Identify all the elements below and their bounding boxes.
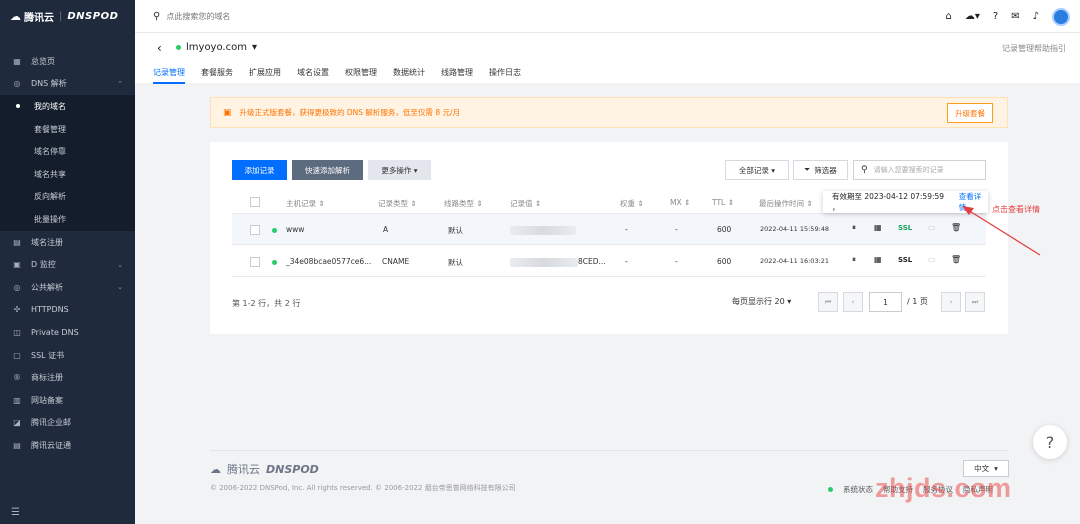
footer-logo-right: DNSPOD <box>266 462 319 476</box>
cloud-logo-icon: ☁ <box>210 462 221 476</box>
footer-logo-left: 腾讯云 <box>227 463 260 476</box>
watermark-text: zhjds.com <box>875 473 1012 503</box>
footer-logo: ☁ 腾讯云 DNSPOD <box>210 461 319 477</box>
system-status-link[interactable]: 系统状态 <box>843 484 873 495</box>
help-float-button[interactable]: ? <box>1033 425 1067 459</box>
annotation-arrow <box>962 206 1041 256</box>
footer-divider <box>210 450 1008 451</box>
copyright-text: © 2006-2022 DNSPod, Inc. All rights rese… <box>210 484 516 492</box>
caret-down-icon: ▾ <box>994 464 998 473</box>
system-status-dot <box>828 487 833 492</box>
